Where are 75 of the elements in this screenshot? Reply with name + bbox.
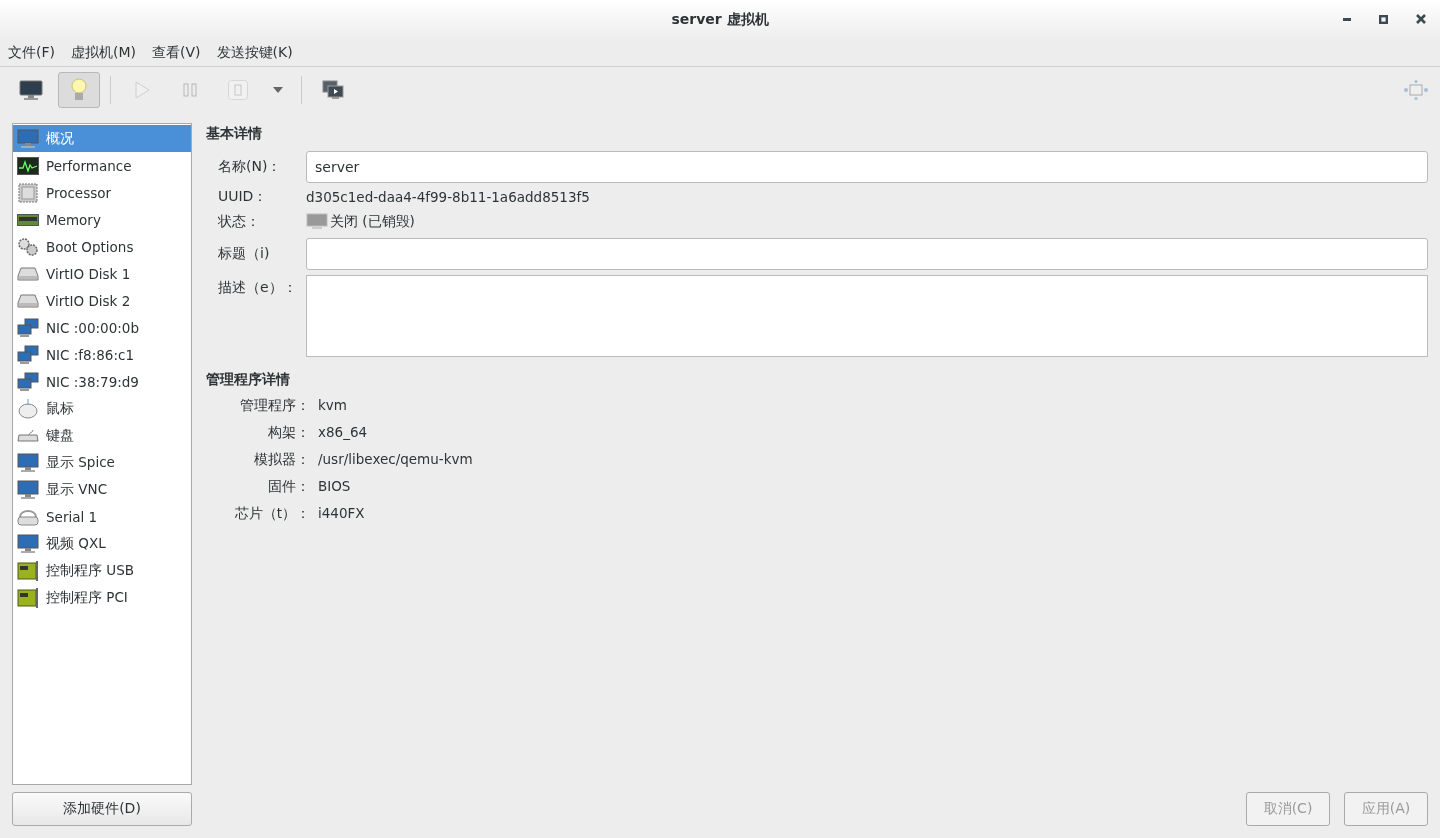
pause-icon bbox=[183, 83, 197, 97]
hardware-list-item[interactable]: VirtIO Disk 2 bbox=[13, 287, 191, 314]
menu-item[interactable]: 查看(V) bbox=[152, 44, 201, 62]
network-icon bbox=[16, 317, 40, 338]
menu-item[interactable]: 虚拟机(M) bbox=[71, 44, 136, 62]
field-label: 名称(N)： bbox=[218, 158, 283, 176]
hardware-list-item[interactable]: 显示 Spice bbox=[13, 449, 191, 476]
field-value: BIOS bbox=[318, 478, 352, 496]
minimize-icon[interactable] bbox=[1343, 17, 1351, 21]
monitor-icon bbox=[16, 128, 40, 149]
field-value: i440FX bbox=[318, 505, 366, 523]
menu-item[interactable]: 发送按键(K) bbox=[216, 44, 293, 62]
field-value: kvm bbox=[318, 397, 348, 415]
hardware-list-item[interactable]: 显示 VNC bbox=[13, 476, 191, 503]
description-field[interactable] bbox=[306, 275, 1428, 357]
name-field[interactable]: server bbox=[306, 151, 1428, 183]
monitor-icon bbox=[19, 80, 43, 100]
hardware-list-item[interactable]: Memory bbox=[13, 206, 191, 233]
drive-icon bbox=[16, 293, 40, 308]
field-label: 模拟器： bbox=[253, 451, 310, 469]
play-icon bbox=[134, 81, 150, 99]
hardware-list-item[interactable]: 鼠标 bbox=[13, 395, 191, 422]
close-icon[interactable] bbox=[1416, 14, 1426, 24]
field-label: 状态： bbox=[218, 213, 261, 231]
monitor-icon bbox=[306, 213, 328, 231]
monitor-icon bbox=[16, 533, 40, 554]
mouse-icon bbox=[16, 398, 40, 419]
field-value: /usr/libexec/qemu-kvm bbox=[318, 451, 473, 469]
power-switch-icon bbox=[228, 80, 248, 100]
gears-icon bbox=[16, 236, 40, 257]
hardware-list-item[interactable]: NIC :38:79:d9 bbox=[13, 368, 191, 395]
caret-icon bbox=[273, 87, 283, 93]
window-title: server 虚拟机 bbox=[671, 11, 769, 29]
section-heading: 基本详情 bbox=[206, 125, 263, 143]
expansion-card-icon bbox=[16, 559, 40, 582]
field-label: 芯片（t）： bbox=[233, 505, 310, 523]
graph-icon bbox=[16, 156, 40, 175]
field-label: 管理程序： bbox=[239, 397, 310, 415]
hardware-list-item[interactable]: NIC :f8:86:c1 bbox=[13, 341, 191, 368]
chip-icon bbox=[16, 182, 40, 203]
resize-icon[interactable] bbox=[1404, 80, 1428, 100]
state-value: 关闭 (已销毁) bbox=[330, 213, 415, 231]
lightbulb-icon bbox=[71, 78, 87, 102]
maximize-icon[interactable] bbox=[1379, 14, 1388, 24]
network-icon bbox=[16, 344, 40, 365]
memory-icon bbox=[16, 213, 40, 226]
field-label: UUID： bbox=[218, 188, 269, 206]
network-icon bbox=[16, 371, 40, 392]
hardware-list-item[interactable]: NIC :00:00:0b bbox=[13, 314, 191, 341]
hardware-list-item[interactable]: 键盘 bbox=[13, 422, 191, 449]
hardware-list-item[interactable]: 视频 QXL bbox=[13, 530, 191, 557]
menu-item[interactable]: 文件(F) bbox=[8, 44, 55, 62]
expansion-card-icon bbox=[16, 586, 40, 609]
screens-icon bbox=[322, 80, 344, 100]
field-value: x86_64 bbox=[318, 424, 369, 442]
hardware-list-item[interactable]: Boot Options bbox=[13, 233, 191, 260]
keyboard-icon bbox=[16, 429, 40, 442]
add-hardware-button[interactable]: 添加硬件(D) bbox=[12, 792, 192, 826]
title-field[interactable] bbox=[306, 238, 1428, 270]
uuid-value: d305c1ed-daa4-4f99-8b11-1a6add8513f5 bbox=[306, 189, 591, 205]
hardware-list-item[interactable]: 控制程序 PCI bbox=[13, 584, 191, 611]
hardware-list-item[interactable]: Processor bbox=[13, 179, 191, 206]
field-label: 固件： bbox=[267, 478, 310, 496]
drive-icon bbox=[16, 266, 40, 281]
field-label: 标题（i) bbox=[218, 245, 271, 263]
hardware-list-item[interactable]: Serial 1 bbox=[13, 503, 191, 530]
field-label: 描述（e）： bbox=[218, 278, 298, 297]
hardware-list-item[interactable]: 控制程序 USB bbox=[13, 557, 191, 584]
field-label: 构架： bbox=[267, 424, 310, 442]
details-button[interactable] bbox=[58, 72, 100, 108]
monitor-icon bbox=[16, 479, 40, 500]
hardware-list-item[interactable]: VirtIO Disk 1 bbox=[13, 260, 191, 287]
monitor-icon bbox=[16, 452, 40, 473]
hardware-list-item[interactable]: Performance bbox=[13, 152, 191, 179]
section-heading: 管理程序详情 bbox=[206, 371, 291, 389]
